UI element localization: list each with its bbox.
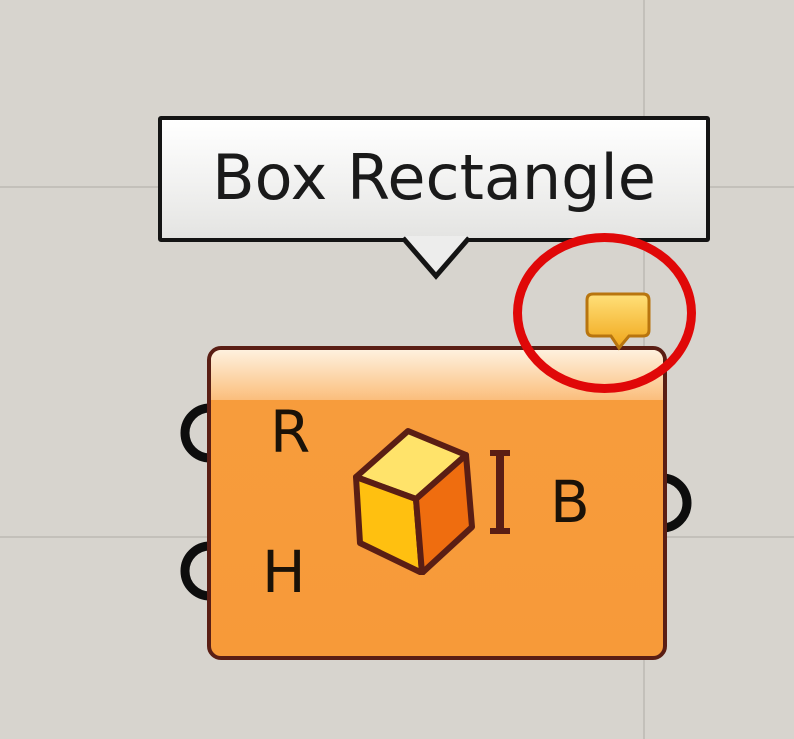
highlight-circle-annotation	[513, 233, 696, 393]
input-port-h[interactable]	[172, 538, 212, 604]
input-label-h: H	[262, 538, 306, 606]
input-port-r[interactable]	[172, 400, 212, 466]
tooltip-text: Box Rectangle	[212, 141, 656, 214]
tooltip-pointer	[401, 236, 471, 280]
output-label-b: B	[550, 468, 590, 536]
component-name-tooltip: Box Rectangle	[158, 116, 710, 242]
box-cube-icon	[353, 428, 510, 575]
input-label-r: R	[270, 398, 311, 466]
